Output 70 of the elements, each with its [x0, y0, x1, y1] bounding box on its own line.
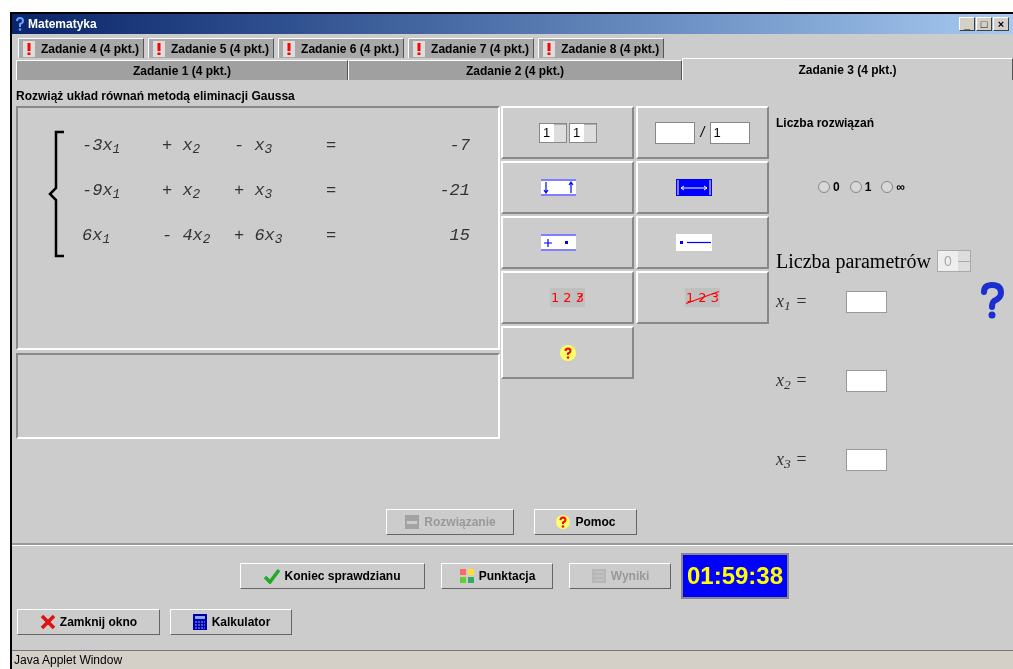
equation-term: - x$_{3}$: [234, 135, 274, 160]
tool-button[interactable]: [501, 216, 634, 269]
equation-term: 15: [448, 225, 471, 247]
equation-term: =: [326, 225, 338, 247]
tab[interactable]: Zadanie 6 (4 pkt.): [278, 38, 405, 58]
action-button[interactable]: Koniec sprawdzianu: [240, 563, 425, 589]
action-button[interactable]: Kalkulator: [170, 609, 292, 635]
radio-option[interactable]: ∞: [881, 178, 905, 196]
tab[interactable]: Zadanie 4 (4 pkt.): [18, 38, 145, 58]
status-bar: Java Applet Window: [12, 650, 1013, 669]
window-control-button[interactable]: ×: [993, 17, 1009, 31]
equation-term: -3x$_{1}$: [82, 135, 122, 160]
tool-button[interactable]: 1 1: [501, 106, 634, 159]
tab[interactable]: Zadanie 2 (4 pkt.): [348, 60, 682, 80]
tab[interactable]: Zadanie 1 (4 pkt.): [16, 60, 348, 80]
tab[interactable]: Zadanie 3 (4 pkt.): [682, 58, 1013, 80]
radio-option[interactable]: 0: [818, 178, 840, 196]
document-icon: [404, 514, 421, 530]
equation-term: -21: [438, 180, 471, 202]
countdown-timer: 01:59:38: [681, 553, 789, 599]
unknown-label: x$_{3}$ =: [776, 448, 809, 473]
equation-term: + 6x$_{3}$: [234, 225, 284, 250]
hint-icon: [559, 344, 576, 361]
answer-field[interactable]: [846, 448, 887, 471]
equation-term: =: [326, 135, 338, 157]
tool-button[interactable]: [501, 161, 634, 214]
equation-term: + x$_{2}$: [162, 180, 202, 205]
tool-button[interactable]: [636, 216, 769, 269]
unknown-label: x$_{1}$ =: [776, 290, 809, 315]
answer-field[interactable]: [846, 290, 887, 313]
calculator-icon: [191, 614, 208, 630]
number-spinner[interactable]: 1: [568, 122, 597, 143]
solutions-label: Liczba rozwiązań: [776, 115, 876, 132]
radio-button[interactable]: [818, 181, 830, 193]
equation-term: -7: [448, 135, 471, 157]
action-button[interactable]: Pomoc: [534, 509, 637, 535]
number-grid-icon: [458, 568, 475, 584]
action-button[interactable]: Zamknij okno: [17, 609, 160, 635]
equation-term: =: [326, 180, 338, 202]
unknown-label: x$_{2}$ =: [776, 369, 809, 394]
equation-term: - 4x$_{2}$: [162, 225, 212, 250]
tab[interactable]: Zadanie 5 (4 pkt.): [148, 38, 275, 58]
equation-term: + x$_{2}$: [162, 135, 202, 160]
close-icon: [39, 614, 56, 630]
help-icon[interactable]: [979, 282, 1005, 320]
equation-term: -9x$_{1}$: [82, 180, 122, 205]
fraction-slash: /: [700, 123, 705, 142]
radio-option[interactable]: 1: [849, 178, 872, 196]
denominator-field[interactable]: 1: [710, 121, 751, 144]
radio-button[interactable]: [849, 181, 862, 193]
tool-button[interactable]: [636, 161, 769, 214]
tool-button[interactable]: / 1: [636, 106, 769, 159]
help-icon: [555, 514, 572, 530]
checkmark-icon: [264, 568, 281, 584]
tab[interactable]: Zadanie 8 (4 pkt.): [538, 38, 665, 58]
answer-field[interactable]: [846, 369, 887, 392]
equation-term: 6x$_{1}$: [82, 225, 112, 250]
number-spinner[interactable]: 1: [538, 122, 567, 143]
window-control-button[interactable]: □: [976, 17, 992, 31]
app-icon: [16, 17, 24, 31]
equation-term: + x$_{3}$: [234, 180, 274, 205]
numerator-field[interactable]: [654, 121, 695, 144]
task-instruction: Rozwiąż układ równań metodą eliminacji Gaussa: [16, 88, 296, 105]
radio-button[interactable]: [881, 181, 894, 193]
parameters-label: Liczba parametrów: [776, 249, 931, 275]
tool-button[interactable]: [501, 326, 634, 379]
window-title: Matematyka: [28, 16, 97, 33]
tab[interactable]: Zadanie 7 (4 pkt.): [408, 38, 535, 58]
window-control-button[interactable]: _: [959, 17, 975, 31]
action-button[interactable]: Punktacja: [441, 563, 553, 589]
